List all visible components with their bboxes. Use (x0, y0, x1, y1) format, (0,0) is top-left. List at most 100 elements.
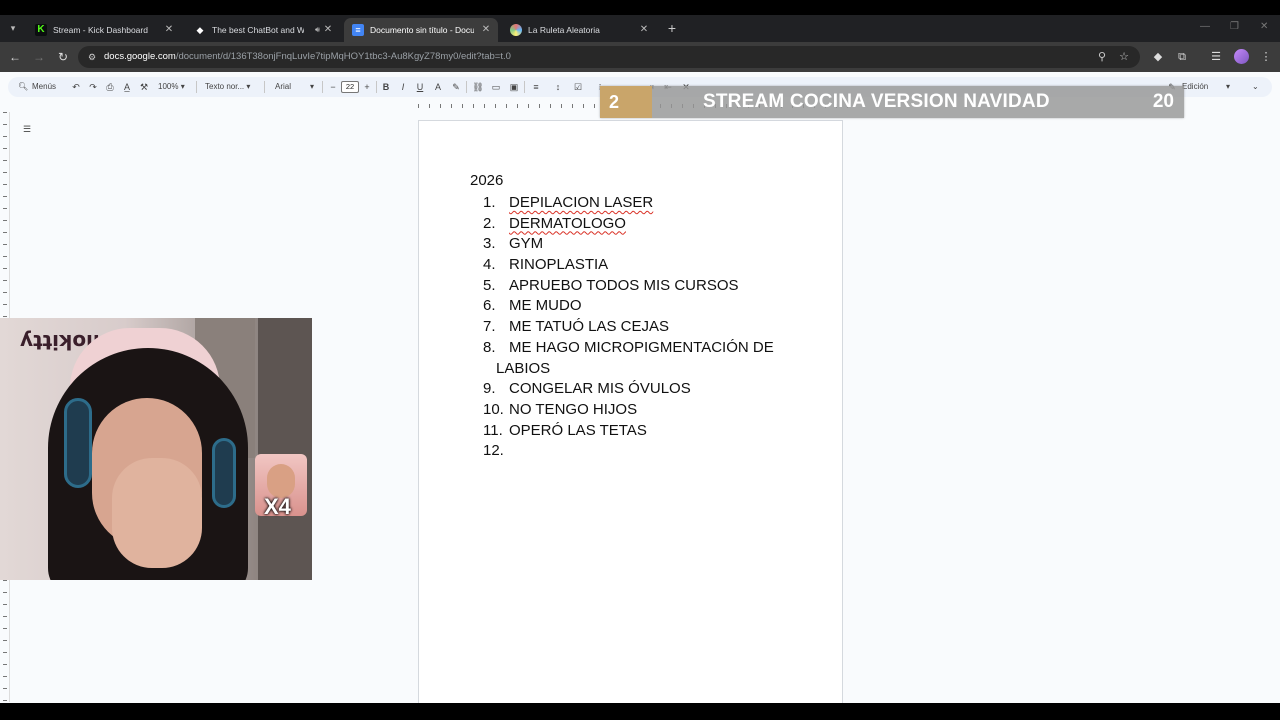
document-page[interactable]: 2026 1. DEPILACION LASER 2. DERMATOLOGO 3. GY… (418, 120, 843, 710)
overlay-title: STREAM COCINA VERSION NAVIDAD (703, 91, 1050, 112)
profile-avatar[interactable] (1234, 49, 1249, 64)
ruler-tick (462, 104, 463, 108)
inset-face (267, 464, 295, 498)
ruler-tick (429, 104, 430, 108)
list-item-text: NO TENGO HIJOS (509, 400, 638, 418)
ruler-tick (3, 304, 7, 305)
forward-icon[interactable]: → (31, 49, 47, 65)
zoom-select[interactable]: 100% ▾ (158, 77, 185, 97)
divider (376, 81, 377, 93)
comment-icon[interactable]: ▭ (490, 77, 502, 97)
document-outline-icon[interactable]: ☰ (20, 122, 34, 136)
editing-mode-select[interactable]: Edición (1182, 77, 1208, 97)
tab-title: Documento sin título - Docum (370, 25, 474, 35)
decrease-font-icon[interactable]: − (327, 77, 339, 97)
image-icon[interactable]: ▣ (508, 77, 520, 97)
print-icon[interactable]: ⎙ (104, 77, 116, 97)
list-item-text: ME MUDO (509, 297, 582, 315)
ruler-tick (3, 208, 7, 209)
undo-icon[interactable]: ↶ (70, 77, 82, 97)
back-icon[interactable]: ← (7, 49, 23, 65)
ruler-tick (3, 256, 7, 257)
highlight-icon[interactable]: ✎ (450, 77, 462, 97)
tab-google-doc[interactable]: ≡ Documento sin título - Docum ✕ (344, 18, 498, 42)
extension-diamond-icon[interactable]: ◆ (1150, 49, 1166, 65)
ruler-tick (550, 104, 551, 108)
list-item-number: 10. (483, 400, 504, 418)
list-item-text: RINOPLASTIA (509, 256, 609, 274)
ruler-tick (3, 604, 7, 605)
search-menus-icon[interactable]: 🔍︎ (18, 77, 28, 97)
bold-icon[interactable]: B (380, 77, 392, 97)
ruler-tick (3, 640, 7, 641)
ruler-tick (3, 700, 7, 701)
tab-ruleta[interactable]: La Ruleta Aleatoria ✕ (502, 18, 656, 42)
url-host: docs.google.com (104, 51, 176, 62)
chevron-down-icon[interactable]: ▾ (1226, 77, 1230, 97)
tab-chatbot[interactable]: ◆ The best ChatBot and Widg 🔊︎ ✕ (186, 18, 340, 42)
ruler-tick (3, 232, 7, 233)
reload-icon[interactable]: ↻ (55, 49, 71, 65)
underline-icon[interactable]: U (414, 77, 426, 97)
close-tab-icon[interactable]: ✕ (638, 18, 650, 42)
list-item-text: OPERÓ LAS TETAS (509, 421, 647, 439)
style-select[interactable]: Texto nor... ▾ (205, 77, 250, 97)
close-tab-icon[interactable]: ✕ (322, 18, 334, 42)
minimize-icon[interactable]: — (1200, 21, 1210, 32)
align-icon[interactable]: ≡ (530, 77, 542, 97)
ruler-tick (495, 104, 496, 108)
list-item: 2. DERMATOLOGO (483, 214, 823, 235)
list-item-text: CONGELAR MIS ÓVULOS (509, 380, 691, 398)
spellcheck-icon[interactable]: A̲ (121, 77, 133, 97)
ruler-tick (473, 104, 474, 108)
speaker-icon[interactable]: 🔊︎ (315, 18, 320, 42)
list-item-text: DERMATOLOGO (509, 214, 626, 232)
tab-strip: ▾ K Stream - Kick Dashboard ✕ ◆ The best… (0, 15, 1280, 42)
increase-font-icon[interactable]: + (361, 77, 373, 97)
checklist-icon[interactable]: ☑ (572, 77, 584, 97)
close-window-icon[interactable]: ✕ (1260, 21, 1268, 32)
list-item-number: 9. (483, 380, 496, 398)
italic-icon[interactable]: I (397, 77, 409, 97)
maximize-icon[interactable]: ❐ (1230, 21, 1239, 32)
ruler-tick (3, 184, 7, 185)
ruler-tick (3, 220, 7, 221)
paint-format-icon[interactable]: ⚒ (138, 77, 150, 97)
font-select[interactable]: Arial (275, 77, 291, 97)
chevron-down-icon[interactable]: ▾ (310, 77, 314, 97)
reading-list-icon[interactable]: ☰ (1208, 49, 1224, 65)
extensions-puzzle-icon[interactable]: ⧉ (1174, 49, 1190, 65)
menus-button[interactable]: Menús (32, 77, 56, 97)
url-input[interactable]: ⚙ docs.google.com/document/d/136T38onjFn… (78, 46, 1140, 68)
list-item: 12. (483, 441, 823, 462)
zoom-icon[interactable]: ⚲ (1094, 49, 1110, 65)
close-tab-icon[interactable]: ✕ (163, 18, 175, 42)
ruler-tick (3, 676, 7, 677)
font-value: Arial (275, 82, 292, 91)
list-item-number: 8. (483, 338, 496, 356)
line-spacing-icon[interactable]: ↕ (552, 77, 564, 97)
link-icon[interactable]: ⛓ (472, 77, 484, 97)
ruler-tick (3, 688, 7, 689)
close-tab-icon[interactable]: ✕ (480, 18, 492, 42)
redo-icon[interactable]: ↷ (87, 77, 99, 97)
tab-search-icon[interactable]: ▾ (4, 19, 22, 37)
list-item: 9. CONGELAR MIS ÓVULOS (483, 379, 823, 400)
ruler-tick (418, 104, 419, 108)
site-info-icon[interactable]: ⚙ (86, 51, 98, 63)
doc-heading: 2026 (470, 172, 504, 189)
ruler-tick (3, 664, 7, 665)
list-item-number: 3. (483, 235, 496, 253)
font-size-input[interactable]: 22 (341, 81, 359, 93)
overlay-left-number: 2 (600, 86, 652, 118)
tab-kick-dashboard[interactable]: K Stream - Kick Dashboard ✕ (27, 18, 181, 42)
more-menu-icon[interactable]: ⋮ (1258, 49, 1274, 65)
headphone-right (212, 438, 236, 508)
new-tab-icon[interactable]: + (664, 18, 680, 38)
bookmark-star-icon[interactable]: ☆ (1116, 49, 1132, 65)
collapse-toolbar-icon[interactable]: ⌄ (1252, 77, 1259, 97)
zoom-value: 100% (158, 82, 179, 91)
ruler-tick (3, 580, 7, 581)
text-color-icon[interactable]: A (432, 77, 444, 97)
divider (322, 81, 323, 93)
